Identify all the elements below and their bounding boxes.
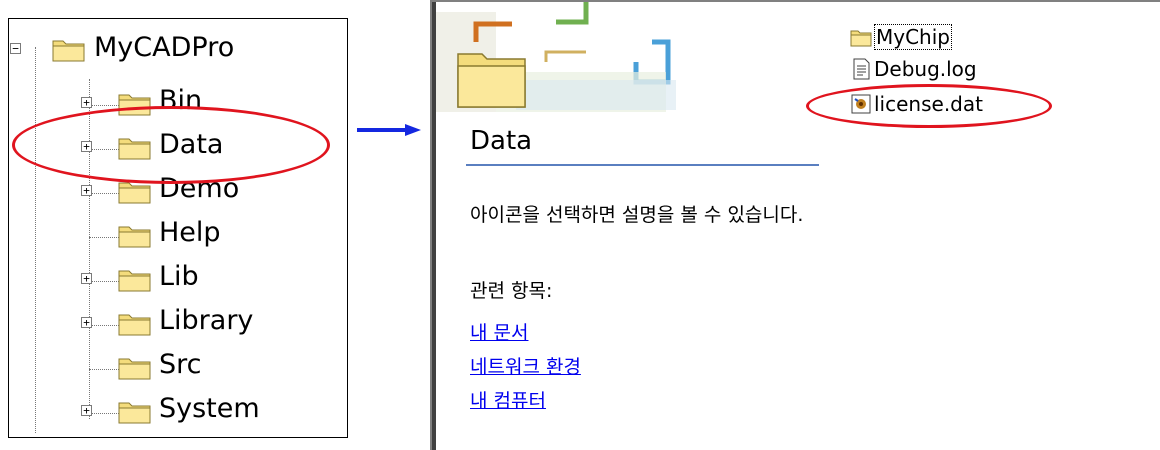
tree-connector: [35, 47, 36, 433]
tree-connector: [89, 105, 119, 106]
folder-icon: [118, 226, 151, 248]
text-file-icon: [853, 58, 870, 80]
file-item-mychip[interactable]: MyChip: [850, 24, 952, 50]
collapse-toggle[interactable]: −: [10, 43, 21, 54]
folder-tree-panel: − MyCADPro + Bin + Data + Demo Help + Li…: [8, 18, 348, 438]
tree-connector: [89, 369, 119, 370]
highlight-ellipse: [806, 84, 1052, 128]
link-my-documents[interactable]: 내 문서: [470, 318, 528, 345]
folder-banner-graphic: [436, 2, 819, 122]
tree-item-label: Library: [159, 305, 254, 336]
expand-toggle[interactable]: +: [81, 317, 92, 328]
tree-connector: [89, 325, 119, 326]
folder-icon: [118, 402, 151, 424]
tree-connector: [89, 237, 119, 238]
expand-toggle[interactable]: +: [81, 273, 92, 284]
link-my-computer[interactable]: 내 컴퓨터: [470, 386, 546, 413]
explorer-window: Data 아이콘을 선택하면 설명을 볼 수 있습니다. 관련 항목: 내 문서…: [430, 0, 1160, 450]
expand-toggle[interactable]: +: [81, 405, 92, 416]
web-view-pane: Data 아이콘을 선택하면 설명을 볼 수 있습니다. 관련 항목: 내 문서…: [436, 2, 819, 450]
expand-toggle[interactable]: +: [81, 185, 92, 196]
tree-item-label: MyCADPro: [94, 32, 235, 63]
folder-icon: [52, 40, 85, 62]
tree-connector: [89, 413, 119, 414]
folder-icon: [850, 30, 872, 47]
folder-icon: [118, 358, 151, 380]
file-name: MyChip: [874, 24, 952, 50]
file-name: Debug.log: [874, 57, 977, 81]
arrow-right-icon: [357, 124, 421, 136]
related-heading: 관련 항목:: [470, 280, 553, 302]
tree-connector: [89, 193, 119, 194]
folder-icon: [118, 270, 151, 292]
expand-toggle[interactable]: +: [81, 97, 92, 108]
tree-item-label: Lib: [159, 261, 199, 292]
pane-description: 아이콘을 선택하면 설명을 볼 수 있습니다.: [470, 204, 804, 226]
file-item-debug-log[interactable]: Debug.log: [850, 56, 977, 82]
title-divider: [466, 164, 819, 166]
tree-item-label: Src: [159, 349, 202, 380]
tree-connector: [89, 281, 119, 282]
folder-icon: [118, 314, 151, 336]
tree-item-label: System: [159, 393, 260, 424]
tree-item-label: Help: [159, 217, 221, 248]
folder-title: Data: [470, 126, 533, 156]
link-network-places[interactable]: 네트워크 환경: [470, 352, 581, 379]
highlight-ellipse: [12, 106, 330, 184]
